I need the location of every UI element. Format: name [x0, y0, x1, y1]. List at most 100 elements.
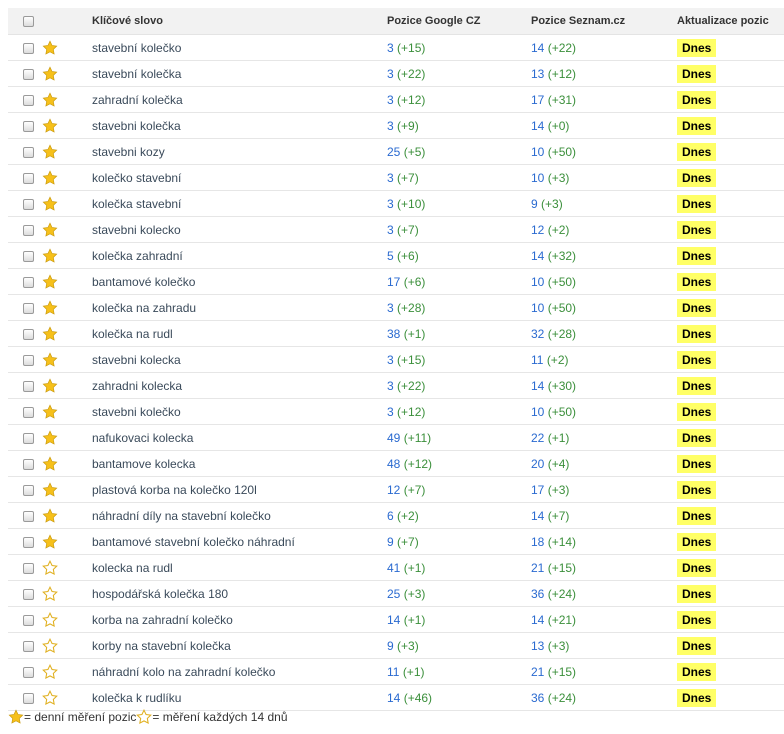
row-star-cell[interactable] — [40, 242, 92, 269]
row-star-cell[interactable] — [40, 398, 92, 425]
row-checkbox-cell[interactable] — [8, 372, 40, 399]
row-star-cell[interactable] — [40, 138, 92, 165]
keyword-text[interactable]: bantamové stavební kolečko náhradní — [92, 535, 295, 549]
seznam-column-header[interactable]: Pozice Seznam.cz — [531, 8, 677, 35]
row-star-cell[interactable] — [40, 294, 92, 321]
google-position[interactable]: 3 — [387, 93, 394, 107]
star-outline-icon[interactable] — [42, 663, 58, 680]
keyword-text[interactable]: stavebni kolecka — [92, 353, 181, 367]
star-filled-icon[interactable] — [42, 91, 58, 108]
row-checkbox-cell[interactable] — [8, 528, 40, 555]
star-filled-icon[interactable] — [42, 455, 58, 472]
google-position[interactable]: 3 — [387, 41, 394, 55]
google-position[interactable]: 5 — [387, 249, 394, 263]
row-checkbox-cell[interactable] — [8, 450, 40, 477]
row-checkbox[interactable] — [23, 224, 34, 236]
row-checkbox[interactable] — [23, 276, 34, 288]
google-position[interactable]: 38 — [387, 327, 400, 341]
seznam-position[interactable]: 21 — [531, 561, 544, 575]
keyword-text[interactable]: korby na stavební kolečka — [92, 639, 231, 653]
row-checkbox-cell[interactable] — [8, 60, 40, 87]
keyword-column-header[interactable]: Klíčové slovo — [92, 8, 387, 35]
google-position[interactable]: 3 — [387, 67, 394, 81]
row-checkbox[interactable] — [23, 692, 34, 704]
row-checkbox-cell[interactable] — [8, 268, 40, 295]
row-star-cell[interactable] — [40, 450, 92, 477]
keyword-text[interactable]: kolecka na rudl — [92, 561, 173, 575]
row-checkbox-cell[interactable] — [8, 86, 40, 113]
seznam-position[interactable]: 10 — [531, 301, 544, 315]
keyword-text[interactable]: bantamové kolečko — [92, 275, 195, 289]
seznam-position[interactable]: 9 — [531, 197, 538, 211]
row-checkbox[interactable] — [23, 94, 34, 106]
star-filled-icon[interactable] — [42, 39, 58, 56]
star-filled-icon[interactable] — [42, 247, 58, 264]
google-position[interactable]: 3 — [387, 197, 394, 211]
keyword-text[interactable]: stavební kolečko — [92, 41, 181, 55]
row-checkbox[interactable] — [23, 510, 34, 522]
seznam-position[interactable]: 32 — [531, 327, 544, 341]
row-star-cell[interactable] — [40, 502, 92, 529]
star-outline-icon[interactable] — [42, 637, 58, 654]
seznam-position[interactable]: 12 — [531, 223, 544, 237]
keyword-text[interactable]: nafukovaci kolecka — [92, 431, 193, 445]
keyword-text[interactable]: bantamove kolecka — [92, 457, 195, 471]
row-star-cell[interactable] — [40, 476, 92, 503]
keyword-text[interactable]: zahradní kolečka — [92, 93, 183, 107]
row-star-cell[interactable] — [40, 60, 92, 87]
select-all-checkbox[interactable] — [23, 15, 34, 27]
seznam-position[interactable]: 20 — [531, 457, 544, 471]
seznam-position[interactable]: 17 — [531, 483, 544, 497]
google-position[interactable]: 3 — [387, 119, 394, 133]
row-checkbox-cell[interactable] — [8, 554, 40, 581]
row-checkbox-cell[interactable] — [8, 398, 40, 425]
google-position[interactable]: 3 — [387, 301, 394, 315]
star-filled-icon[interactable] — [42, 507, 58, 524]
row-star-cell[interactable] — [40, 268, 92, 295]
star-filled-icon[interactable] — [42, 117, 58, 134]
row-checkbox[interactable] — [23, 588, 34, 600]
star-filled-icon[interactable] — [42, 195, 58, 212]
star-filled-icon[interactable] — [42, 325, 58, 342]
star-filled-icon[interactable] — [42, 65, 58, 82]
row-star-cell[interactable] — [40, 112, 92, 139]
row-checkbox[interactable] — [23, 250, 34, 262]
row-checkbox-cell[interactable] — [8, 424, 40, 451]
seznam-position[interactable]: 13 — [531, 67, 544, 81]
row-star-cell[interactable] — [40, 86, 92, 113]
row-star-cell[interactable] — [40, 34, 92, 61]
star-filled-icon[interactable] — [42, 533, 58, 550]
keyword-text[interactable]: kolečka zahradní — [92, 249, 183, 263]
google-position[interactable]: 3 — [387, 405, 394, 419]
row-star-cell[interactable] — [40, 554, 92, 581]
google-column-header[interactable]: Pozice Google CZ — [387, 8, 531, 35]
keyword-text[interactable]: zahradni kolecka — [92, 379, 182, 393]
keyword-text[interactable]: kolečka stavební — [92, 197, 181, 211]
seznam-position[interactable]: 14 — [531, 119, 544, 133]
row-star-cell[interactable] — [40, 372, 92, 399]
row-checkbox[interactable] — [23, 562, 34, 574]
keyword-text[interactable]: stavebni kolecko — [92, 223, 181, 237]
star-filled-icon[interactable] — [42, 143, 58, 160]
update-column-header[interactable]: Aktualizace pozic — [677, 8, 784, 35]
seznam-position[interactable]: 36 — [531, 691, 544, 705]
row-checkbox-cell[interactable] — [8, 346, 40, 373]
row-checkbox-cell[interactable] — [8, 476, 40, 503]
row-checkbox-cell[interactable] — [8, 164, 40, 191]
star-outline-icon[interactable] — [42, 689, 58, 706]
star-outline-icon[interactable] — [42, 611, 58, 628]
row-checkbox[interactable] — [23, 146, 34, 158]
seznam-position[interactable]: 11 — [531, 353, 543, 367]
keyword-text[interactable]: hospodářská kolečka 180 — [92, 587, 228, 601]
row-checkbox[interactable] — [23, 120, 34, 132]
star-filled-icon[interactable] — [42, 169, 58, 186]
row-checkbox[interactable] — [23, 328, 34, 340]
star-filled-icon[interactable] — [42, 429, 58, 446]
keyword-text[interactable]: stavebni kolečko — [92, 405, 181, 419]
google-position[interactable]: 9 — [387, 535, 394, 549]
row-star-cell[interactable] — [40, 190, 92, 217]
seznam-position[interactable]: 10 — [531, 171, 544, 185]
seznam-position[interactable]: 18 — [531, 535, 544, 549]
row-checkbox[interactable] — [23, 198, 34, 210]
keyword-text[interactable]: kolečko stavební — [92, 171, 181, 185]
